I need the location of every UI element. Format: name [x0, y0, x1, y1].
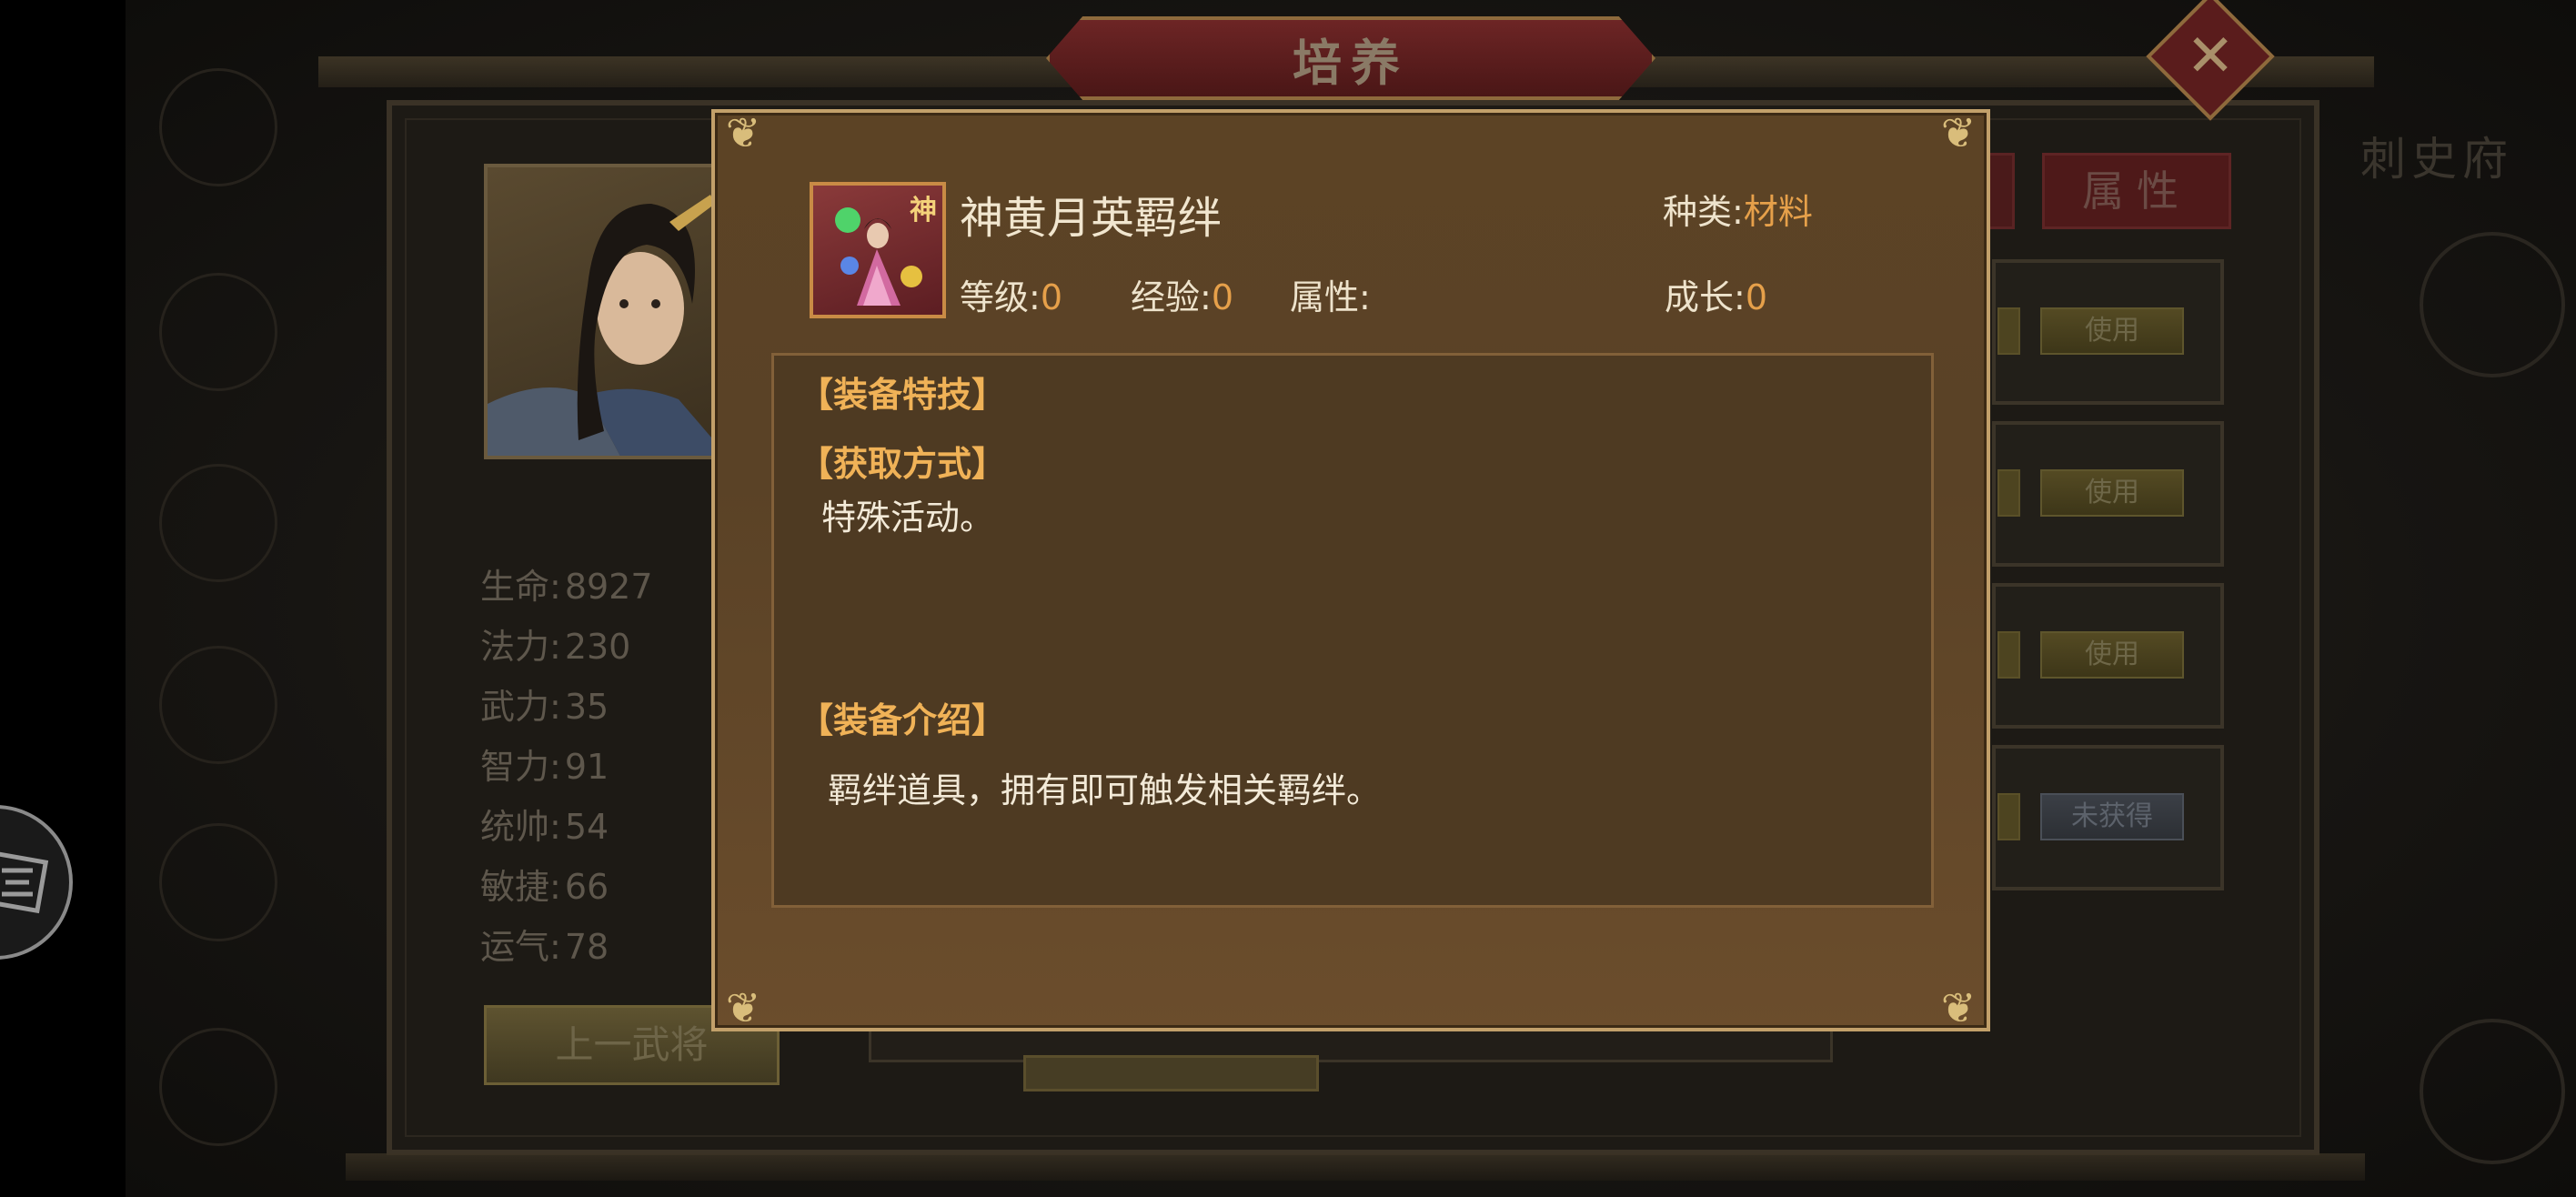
- float-ball-glyph-icon: [0, 850, 49, 914]
- obtain-text: 特殊活动。: [821, 498, 995, 538]
- item-icon: 神: [810, 182, 946, 318]
- intro-text: 羁绊道具，拥有即可触发相关羁绊。: [828, 770, 1382, 810]
- general-portrait: [484, 164, 730, 459]
- item-badge: 神: [910, 195, 937, 226]
- tab-attributes[interactable]: 属性: [2042, 153, 2231, 229]
- use-button[interactable]: 使用: [2040, 307, 2184, 355]
- title-plate: 培养: [1046, 16, 1655, 100]
- stat-value: 230: [564, 627, 631, 667]
- stat-value: 8927: [564, 567, 653, 607]
- side-menu-label[interactable]: 刺史府: [2360, 123, 2513, 188]
- stat-label: 武力:: [480, 687, 561, 727]
- item-level-value: 0: [1040, 277, 1062, 317]
- section-obtain-heading: 【获取方式】: [799, 444, 1007, 484]
- stat-label: 智力:: [480, 747, 561, 787]
- background-bar: [869, 1028, 1833, 1062]
- background-button[interactable]: [1023, 1055, 1319, 1091]
- stat-value: 66: [564, 867, 609, 907]
- left-menu-icon[interactable]: [159, 273, 277, 391]
- item-growth: 成长:0: [1665, 273, 1767, 322]
- stat-value: 91: [564, 747, 609, 787]
- left-menu-icon[interactable]: [159, 823, 277, 941]
- section-skill-heading: 【装备特技】: [799, 375, 1007, 415]
- page-title: 培养: [1293, 34, 1409, 92]
- stat-label: 生命:: [480, 567, 561, 607]
- stat-value: 78: [564, 927, 609, 967]
- item-exp: 经验:0: [1131, 273, 1233, 322]
- left-black-strip: [0, 0, 126, 1197]
- bottom-ornamental-rail: [346, 1153, 2365, 1181]
- item-button-partial[interactable]: [1997, 793, 2020, 840]
- right-menu-icon[interactable]: [2420, 232, 2565, 377]
- stat-value: 35: [564, 687, 609, 727]
- stat-label: 敏捷:: [480, 867, 561, 907]
- corner-ornament-icon: ❦: [725, 983, 761, 1032]
- section-intro-heading: 【装备介绍】: [799, 700, 1007, 740]
- item-growth-label: 成长:: [1665, 277, 1746, 317]
- use-button[interactable]: 使用: [2040, 631, 2184, 679]
- left-menu-icon[interactable]: [159, 646, 277, 764]
- portrait-figure-icon: [488, 195, 726, 456]
- stat-value: 54: [564, 807, 609, 847]
- tab-partial[interactable]: [1987, 153, 2015, 229]
- item-attr: 属性:: [1290, 273, 1371, 322]
- corner-ornament-icon: ❦: [1940, 983, 1977, 1032]
- right-menu-icon[interactable]: [2420, 1019, 2565, 1164]
- left-menu-icon[interactable]: [159, 68, 277, 186]
- item-type: 种类:材料: [1663, 187, 1813, 236]
- item-type-value: 材料: [1743, 192, 1813, 232]
- corner-ornament-icon: ❦: [725, 108, 761, 157]
- not-obtained-button[interactable]: 未获得: [2040, 793, 2184, 840]
- stat-label: 运气:: [480, 927, 561, 967]
- item-exp-value: 0: [1211, 277, 1233, 317]
- item-type-label: 种类:: [1663, 192, 1744, 232]
- item-level-label: 等级:: [960, 277, 1041, 317]
- left-menu-icon[interactable]: [159, 464, 277, 582]
- stat-label: 统帅:: [480, 807, 561, 847]
- item-button-partial[interactable]: [1997, 307, 2020, 355]
- item-button-partial[interactable]: [1997, 469, 2020, 517]
- use-button[interactable]: 使用: [2040, 469, 2184, 517]
- item-name: 神黄月英羁绊: [960, 193, 1223, 244]
- item-description-box: [771, 353, 1934, 908]
- corner-ornament-icon: ❦: [1940, 108, 1977, 157]
- item-attr-label: 属性:: [1290, 277, 1371, 317]
- stat-label: 法力:: [480, 627, 561, 667]
- close-icon[interactable]: ✕: [2165, 11, 2256, 102]
- item-exp-label: 经验:: [1131, 277, 1212, 317]
- item-level: 等级:0: [960, 273, 1062, 322]
- left-menu-icon[interactable]: [159, 1028, 277, 1146]
- item-growth-value: 0: [1745, 277, 1767, 317]
- item-button-partial[interactable]: [1997, 631, 2020, 679]
